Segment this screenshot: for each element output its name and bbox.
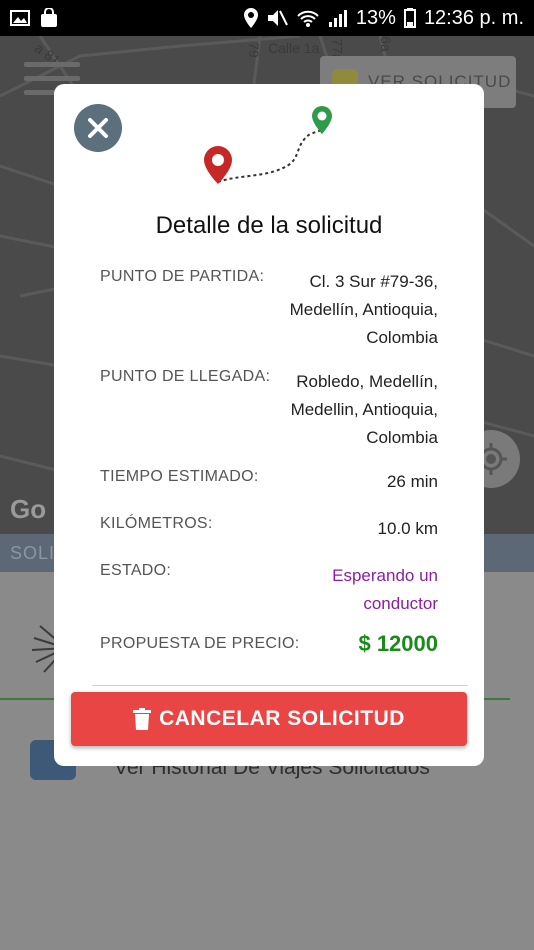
- detail-row-kilometros: KILÓMETROS: 10.0 km: [100, 515, 438, 543]
- modal-title: Detalle de la solicitud: [155, 212, 383, 239]
- location-icon: [243, 8, 258, 28]
- solicitudes-bar-label: SOLI: [10, 543, 56, 563]
- street-label: 79: [245, 42, 262, 58]
- detail-row-estado: ESTADO: Esperando un conductor: [100, 562, 438, 618]
- cancel-request-button[interactable]: CANCELAR SOLICITUD: [71, 692, 467, 746]
- gallery-icon: [10, 10, 30, 26]
- cancel-request-label: CANCELAR SOLICITUD: [159, 707, 405, 730]
- detail-row-tiempo: TIEMPO ESTIMADO: 26 min: [100, 468, 438, 496]
- request-detail-modal: Detalle de la solicitud PUNTO DE PARTIDA…: [54, 84, 484, 766]
- detail-row-partida: PUNTO DE PARTIDA: Cl. 3 Sur #79-36, Mede…: [100, 268, 438, 352]
- status-bar: 13% 12:36 p. m.: [0, 0, 534, 36]
- detail-value: Robledo, Medellín, Medellin, Antioquia, …: [290, 372, 438, 447]
- status-value: Esperando un conductor: [332, 566, 438, 613]
- clock: 12:36 p. m.: [423, 6, 524, 29]
- battery-icon: [403, 8, 416, 28]
- battery-percent: 13%: [355, 6, 396, 29]
- detail-value: 10.0 km: [377, 519, 438, 538]
- close-icon: [88, 118, 108, 138]
- detail-label: KILÓMETROS:: [100, 515, 213, 532]
- wifi-icon: [297, 10, 319, 27]
- google-logo: Go: [10, 494, 47, 524]
- close-button[interactable]: [74, 104, 122, 152]
- modal-divider: [92, 685, 468, 686]
- detail-value: 26 min: [386, 472, 438, 491]
- price-value: $ 12000: [358, 631, 438, 656]
- detail-label: PUNTO DE LLEGADA:: [100, 368, 271, 385]
- detail-row-precio: PROPUESTA DE PRECIO: $ 12000: [100, 630, 438, 658]
- trash-icon: [133, 708, 152, 730]
- detail-label: TIEMPO ESTIMADO:: [100, 468, 259, 485]
- street-label: Calle 1a: [268, 40, 320, 56]
- signal-icon: [328, 10, 347, 27]
- detail-value: Cl. 3 Sur #79-36, Medellín, Antioquia, C…: [289, 272, 438, 347]
- detail-label: PROPUESTA DE PRECIO:: [100, 635, 300, 652]
- shopping-bag-icon: [41, 8, 57, 27]
- detail-label: ESTADO:: [100, 562, 172, 579]
- detail-label: PUNTO DE PARTIDA:: [100, 268, 265, 285]
- route-pins-icon: [204, 106, 332, 184]
- street-label: 6a: [377, 36, 394, 52]
- detail-row-llegada: PUNTO DE LLEGADA: Robledo, Medellín, Med…: [100, 368, 438, 452]
- mute-icon: [267, 10, 288, 26]
